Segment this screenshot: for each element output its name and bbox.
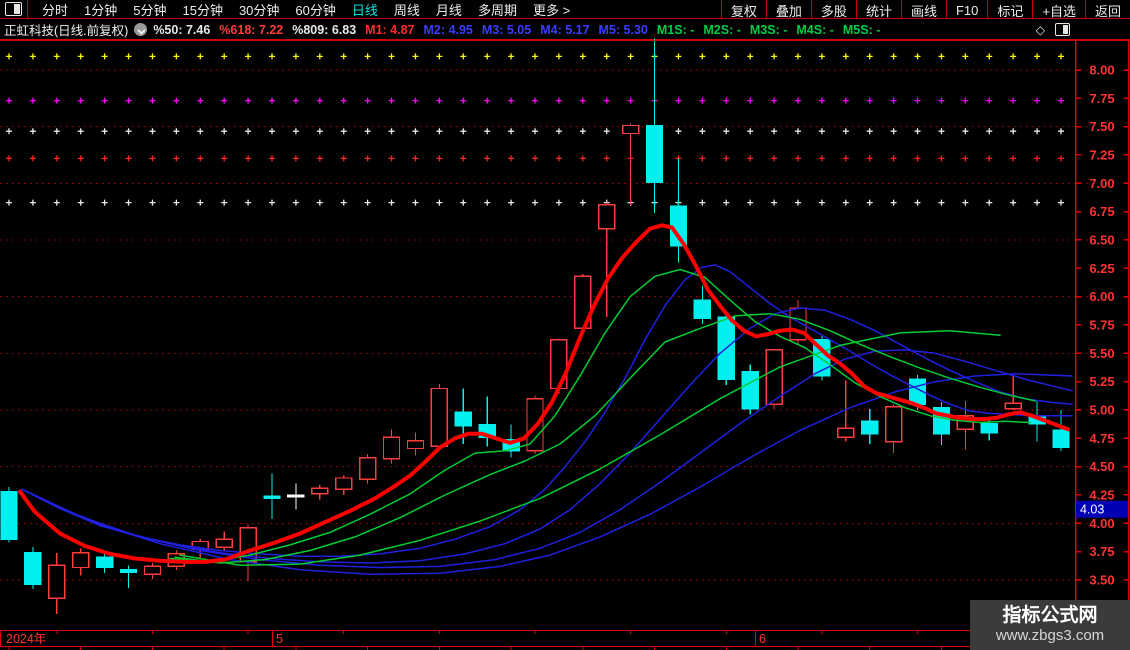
last-price-text: 4.03 [1080, 503, 1104, 517]
price-axis-label: 8.00 [1089, 63, 1114, 78]
price-axis-label: 5.25 [1089, 374, 1114, 389]
price-axis-label: 5.75 [1089, 317, 1114, 332]
candle [143, 562, 162, 579]
watermark-title: 指标公式网 [1002, 605, 1098, 626]
watermark-url: www.zbgs3.com [995, 627, 1105, 644]
candle [215, 531, 233, 551]
grid-layer [0, 69, 1090, 581]
candle [382, 429, 401, 464]
candle [598, 202, 616, 318]
candle [287, 483, 305, 510]
candle [48, 552, 66, 614]
candle [406, 432, 425, 456]
price-axis-label: 4.50 [1089, 459, 1114, 474]
ma-line-M3S [174, 312, 1036, 564]
last-price-tag: 4.03 [1076, 500, 1128, 518]
price-axis-label: 4.25 [1089, 487, 1114, 502]
candle [861, 408, 879, 444]
time-axis-label: 5 [276, 632, 283, 646]
price-axis-label: 3.75 [1089, 544, 1114, 559]
ma-line-M3 [21, 307, 1073, 564]
price-axis-label: 7.50 [1089, 119, 1114, 134]
price-axis-label: 3.50 [1089, 572, 1114, 587]
marker-rows-layer [6, 53, 1064, 206]
candle [335, 475, 353, 495]
price-axis-label: 6.50 [1089, 232, 1114, 247]
candle [884, 404, 903, 454]
candles-layer [0, 38, 1070, 614]
kline-chart-canvas[interactable]: 8.00 7.75 7.50 7.25 7.00 6.75 6.50 6.25 6.00 5.75… [0, 0, 1130, 650]
price-axis-label: 7.75 [1089, 91, 1114, 106]
time-axis-layer: 2024年 5 6 [0, 630, 1130, 650]
price-axis-label: 7.25 [1089, 147, 1114, 162]
candle [932, 402, 951, 446]
candle [358, 454, 377, 484]
trading-app-window: 分时 1分钟 5分钟 15分钟 30分钟 60分钟 日线 周线 月线 多周期 更多 > 复权 叠加 多股… [0, 0, 1130, 650]
candle [311, 484, 329, 500]
price-axis-label: 4.75 [1089, 431, 1114, 446]
price-axis-label: 6.75 [1089, 204, 1114, 219]
candle [741, 364, 759, 415]
price-axis-label: 7.00 [1089, 176, 1114, 191]
candle [72, 548, 90, 576]
time-axis-label: 6 [759, 632, 766, 646]
watermark-badge: 指标公式网 www.zbgs3.com [970, 600, 1130, 650]
price-axis-label: 6.00 [1089, 289, 1114, 304]
candle [1004, 375, 1022, 410]
candle [430, 383, 449, 450]
candle [837, 380, 855, 442]
candle [621, 123, 640, 205]
candle [645, 38, 664, 213]
price-axis-label: 6.25 [1089, 261, 1114, 276]
price-axis-label: 5.50 [1089, 346, 1114, 361]
candle [0, 487, 18, 543]
candle [119, 565, 138, 588]
candle [263, 473, 281, 519]
time-axis-label: 2024年 [6, 632, 46, 646]
price-axis-label: 4.00 [1089, 516, 1114, 531]
price-axis-label: 5.00 [1089, 402, 1114, 417]
candle [24, 547, 42, 590]
price-axis-layer: 8.00 7.75 7.50 7.25 7.00 6.75 6.50 6.25 6.00 5.75… [0, 40, 1130, 630]
